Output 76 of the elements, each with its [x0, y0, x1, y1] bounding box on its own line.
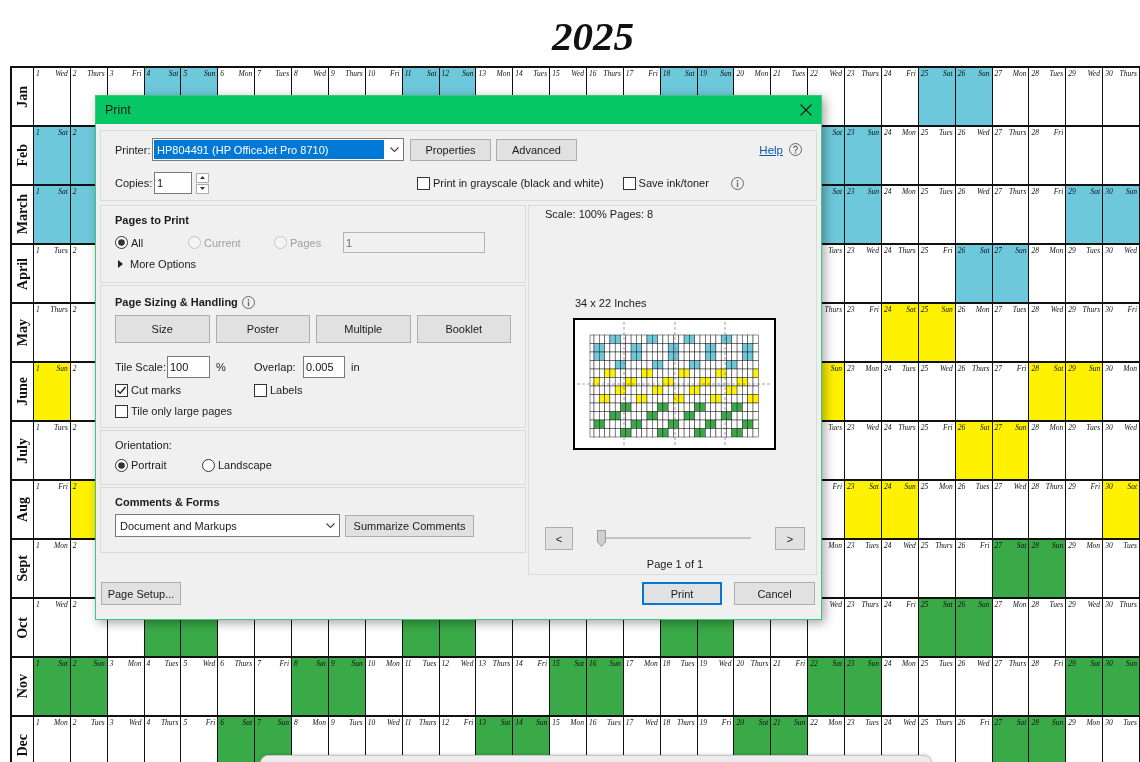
- mode-button[interactable]: Multiple: [316, 315, 411, 343]
- section-heading: Comments & Forms: [115, 495, 220, 509]
- month-label: Aug: [15, 497, 30, 522]
- month-label: Feb: [15, 144, 30, 167]
- calendar-title: 2025: [552, 15, 634, 57]
- month-label: June: [15, 377, 30, 406]
- field-label: Overlap:: [254, 360, 297, 374]
- radio-label: Pages: [290, 235, 322, 250]
- checkbox[interactable]: [115, 404, 128, 418]
- tile-scale-field[interactable]: 100: [167, 356, 210, 378]
- field-label: Printer:: [115, 142, 152, 157]
- month-label: Dec: [15, 734, 30, 757]
- month-label: Sept: [15, 555, 30, 582]
- field-label: Tile Scale:: [115, 360, 167, 374]
- caret-up-icon: [200, 176, 205, 179]
- caret-down-icon: [200, 187, 205, 190]
- chevron-down-icon: [326, 523, 335, 528]
- section-heading: Page Sizing & Handling: [115, 295, 238, 309]
- page-setup-button[interactable]: Page Setup...: [101, 582, 181, 605]
- close-button[interactable]: [800, 104, 812, 116]
- overlap-field[interactable]: 0.005: [303, 356, 345, 378]
- help-icon: [789, 143, 802, 156]
- previous-page-button[interactable]: <: [545, 527, 573, 550]
- month-label: March: [15, 194, 30, 235]
- radio-label: All: [131, 235, 144, 250]
- help-link[interactable]: Help: [759, 142, 783, 157]
- checkbox-label: Save ink/toner: [638, 176, 709, 190]
- month-label: Jan: [15, 85, 30, 108]
- radio-button[interactable]: [115, 236, 128, 249]
- radio-button[interactable]: [115, 458, 128, 472]
- radio-button[interactable]: [202, 458, 215, 472]
- page-count-label: Page 1 of 1: [646, 558, 704, 570]
- month-label: April: [15, 257, 30, 290]
- checkbox-label: Tile only large pages: [131, 404, 233, 418]
- info-icon: [730, 176, 744, 190]
- checkbox[interactable]: [254, 383, 267, 397]
- info-icon: [241, 295, 255, 309]
- next-page-button[interactable]: >: [775, 527, 805, 550]
- paper-size-label: 34 x 22 Inches: [575, 296, 647, 310]
- spin-down-button[interactable]: [196, 183, 209, 194]
- section-heading: Pages to Print: [115, 213, 189, 227]
- spin-up-button[interactable]: [196, 172, 209, 183]
- month-label: Nov: [15, 674, 30, 699]
- section-heading: Orientation:: [115, 438, 172, 452]
- checkbox-label: Print in grayscale (black and white): [433, 176, 604, 190]
- print-button[interactable]: Print: [642, 582, 722, 605]
- checkbox-label: Labels: [270, 383, 303, 397]
- cancel-button[interactable]: Cancel: [734, 582, 815, 605]
- advanced-button[interactable]: Advanced: [496, 138, 577, 161]
- radio-label: Landscape: [218, 458, 272, 472]
- comments-dropdown[interactable]: Document and Markups: [115, 514, 340, 537]
- radio-label: Portrait: [131, 458, 167, 472]
- field-label: Copies:: [115, 176, 154, 190]
- checkbox[interactable]: [622, 176, 636, 190]
- summarize-comments-button[interactable]: Summarize Comments: [345, 514, 474, 537]
- mode-button[interactable]: Poster: [215, 315, 310, 343]
- scale-summary: Scale: 100% Pages: 8: [545, 207, 654, 221]
- printer-dropdown[interactable]: HP804491 (HP OfficeJet Pro 8710): [152, 138, 404, 161]
- month-label: July: [15, 437, 30, 464]
- radio-label: Current: [204, 235, 241, 250]
- slider-thumb[interactable]: [597, 530, 606, 547]
- properties-button[interactable]: Properties: [410, 138, 491, 161]
- copies-field[interactable]: 1: [154, 172, 192, 194]
- more-options-toggle[interactable]: More Options: [115, 257, 197, 271]
- close-icon: [800, 104, 812, 116]
- month-label: May: [15, 318, 30, 347]
- mode-button[interactable]: Booklet: [416, 315, 511, 343]
- checkbox[interactable]: [115, 383, 128, 397]
- chevron-down-icon: [390, 147, 399, 152]
- mode-button[interactable]: Size: [115, 315, 210, 343]
- unit-label: %: [216, 360, 226, 374]
- checkbox-label: Cut marks: [131, 383, 182, 397]
- dialog-title: Print: [105, 103, 131, 117]
- checkbox[interactable]: [417, 176, 430, 190]
- month-label: Oct: [15, 616, 30, 639]
- unit-label: in: [351, 360, 360, 374]
